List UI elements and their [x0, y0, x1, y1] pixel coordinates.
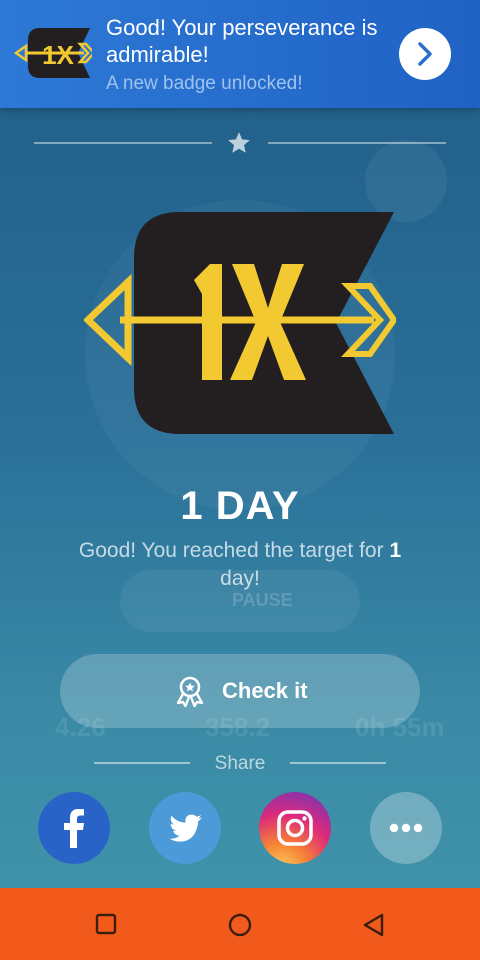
banner-open-button[interactable]: [399, 28, 451, 80]
circle-icon[interactable]: [227, 912, 253, 938]
divider-right: [268, 142, 446, 144]
star-icon: [228, 132, 250, 153]
chevron-right-icon: [418, 42, 432, 66]
twitter-icon: [169, 814, 202, 842]
banner-badge-text: 1X: [42, 40, 74, 70]
more-dots-icon: [389, 823, 423, 833]
share-divider-right: [290, 762, 386, 764]
square-icon[interactable]: [94, 912, 118, 936]
1x-badge-icon: [84, 212, 396, 434]
badge-notification-banner[interactable]: 1X Good! Your perseverance is admirable!…: [0, 0, 480, 108]
share-more-button[interactable]: [370, 792, 442, 864]
award-ribbon-icon: [176, 676, 204, 708]
share-instagram-button[interactable]: [259, 792, 331, 864]
achievement-message: Good! You reached the target for 1 day!: [78, 539, 402, 590]
check-it-button[interactable]: Check it: [60, 654, 420, 728]
achievement-title: 1 DAY: [180, 484, 300, 528]
banner-subtitle: A new badge unlocked!: [106, 73, 303, 94]
1x-arrow-badge-icon: 1X: [14, 28, 92, 78]
check-it-label: Check it: [222, 678, 308, 703]
triangle-back-icon[interactable]: [361, 912, 387, 938]
facebook-icon: [64, 809, 84, 848]
share-twitter-button[interactable]: [149, 792, 221, 864]
instagram-icon: [277, 810, 313, 846]
share-facebook-button[interactable]: [38, 792, 110, 864]
banner-title: Good! Your perseverance is admirable!: [106, 15, 378, 67]
system-navigation-bar: [0, 888, 480, 960]
background-pause-label: PAUSE: [232, 590, 293, 610]
divider-left: [34, 142, 212, 144]
share-label: Share: [214, 753, 266, 774]
achievement-day-count: 1: [389, 539, 402, 562]
